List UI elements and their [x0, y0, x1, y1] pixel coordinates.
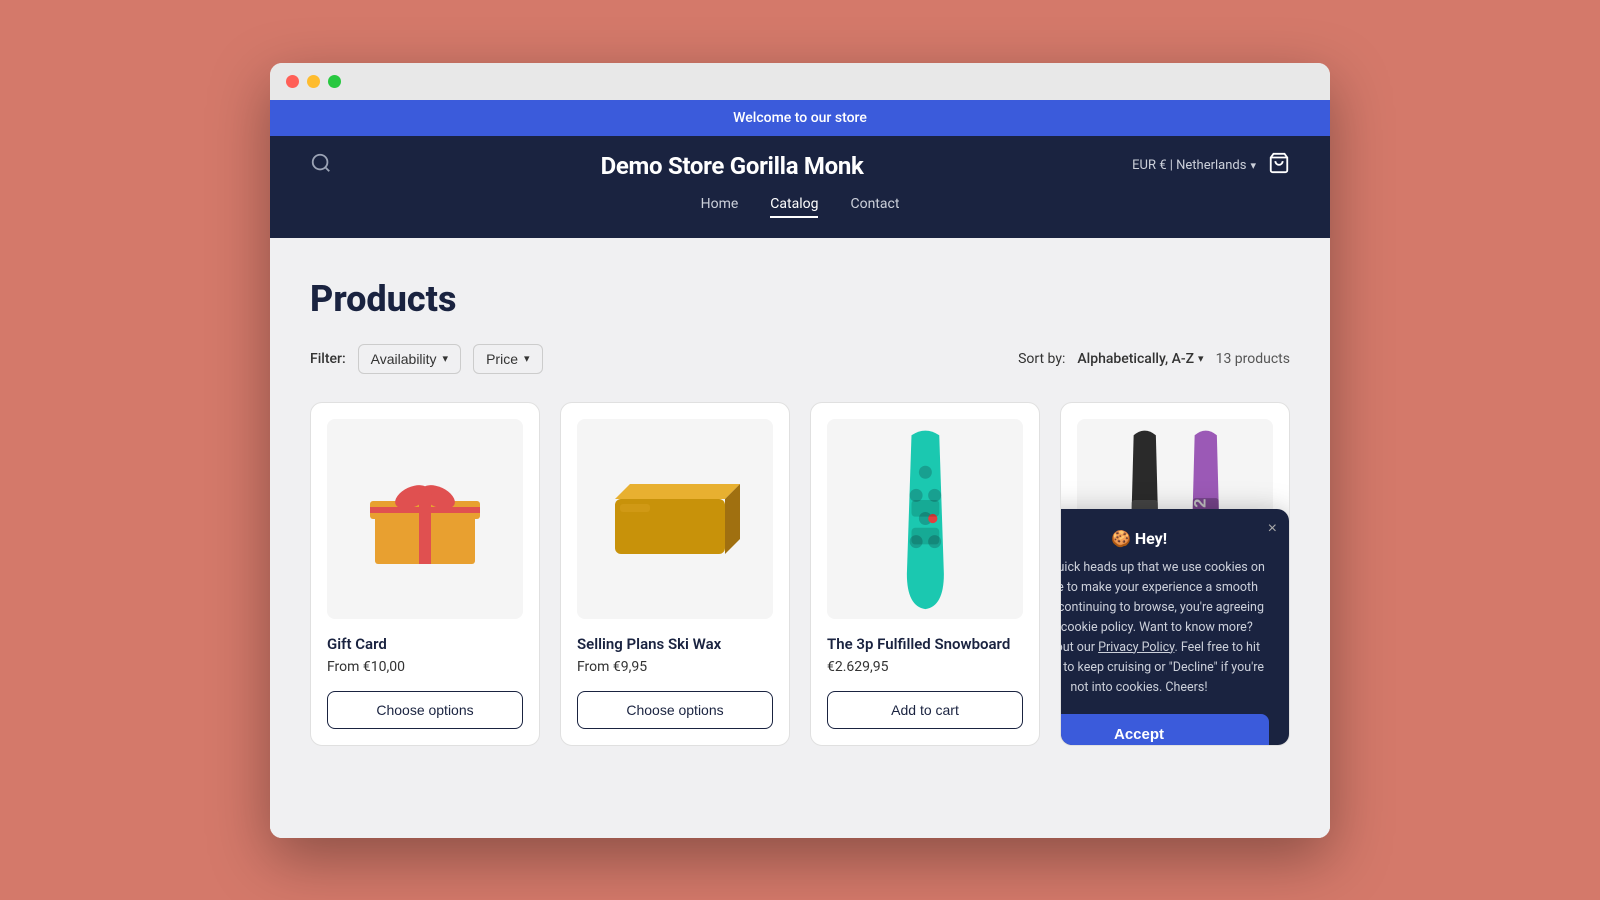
product-image-snowboard-3p	[827, 419, 1023, 619]
choose-options-ski-wax[interactable]: Choose options	[577, 691, 773, 729]
price-filter[interactable]: Price ▾	[473, 344, 542, 374]
cookie-close-button[interactable]: ×	[1268, 521, 1277, 537]
product-grid: Gift Card From €10,00 Choose options	[310, 402, 1290, 746]
store-wrapper: Welcome to our store Demo Store Gorilla …	[270, 100, 1330, 838]
product-name-gift-card: Gift Card	[327, 635, 523, 653]
nav-home[interactable]: Home	[701, 196, 739, 218]
filter-bar: Filter: Availability ▾ Price ▾ Sort by: …	[310, 344, 1290, 374]
filter-right: Sort by: Alphabetically, A-Z ▾ 13 produc…	[1018, 351, 1290, 367]
product-price-gift-card: From €10,00	[327, 659, 523, 675]
product-image-ski-wax	[577, 419, 773, 619]
sort-label: Sort by:	[1018, 351, 1065, 367]
sort-value: Alphabetically, A-Z	[1077, 351, 1194, 367]
cookie-popup: × 🍪 Hey! Just a quick heads up that we u…	[1060, 509, 1289, 746]
chevron-down-icon: ▾	[1198, 352, 1204, 365]
header-right: EUR € | Netherlands ▾	[1132, 152, 1290, 179]
add-to-cart-snowboard-3p[interactable]: Add to cart	[827, 691, 1023, 729]
announcement-text: Welcome to our store	[733, 110, 867, 126]
chevron-icon: ▾	[524, 352, 530, 365]
chevron-icon: ▾	[443, 352, 449, 365]
cookie-text: Just a quick heads up that we use cookie…	[1060, 558, 1269, 698]
sort-selector[interactable]: Alphabetically, A-Z ▾	[1077, 351, 1203, 367]
privacy-policy-link[interactable]: Privacy Policy	[1098, 640, 1174, 655]
store-nav: Home Catalog Contact	[310, 196, 1290, 222]
traffic-light-yellow[interactable]	[307, 75, 320, 88]
chevron-down-icon: ▾	[1250, 159, 1256, 172]
filter-left: Filter: Availability ▾ Price ▾	[310, 344, 543, 374]
cookie-emoji: 🍪	[1111, 529, 1131, 548]
product-card-ski-wax: Selling Plans Ski Wax From €9,95 Choose …	[560, 402, 790, 746]
browser-chrome	[270, 63, 1330, 100]
page-title: Products	[310, 278, 1290, 320]
nav-contact[interactable]: Contact	[850, 196, 899, 218]
currency-selector[interactable]: EUR € | Netherlands ▾	[1132, 158, 1256, 173]
product-image-gift-card	[327, 419, 523, 619]
product-name-ski-wax: Selling Plans Ski Wax	[577, 635, 773, 653]
announcement-bar: Welcome to our store	[270, 100, 1330, 136]
product-name-snowboard-3p: The 3p Fulfilled Snowboard	[827, 635, 1023, 653]
availability-filter[interactable]: Availability ▾	[358, 344, 461, 374]
currency-label: EUR € | Netherlands	[1132, 158, 1246, 173]
products-count: 13 products	[1216, 351, 1290, 367]
product-price-snowboard-3p: €2.629,95	[827, 659, 1023, 675]
product-card-gift-card: Gift Card From €10,00 Choose options	[310, 402, 540, 746]
choose-options-gift-card[interactable]: Choose options	[327, 691, 523, 729]
store-title: Demo Store Gorilla Monk	[601, 152, 864, 180]
search-icon[interactable]	[310, 152, 332, 179]
snowboard-image-3p	[893, 424, 958, 614]
store-header: Demo Store Gorilla Monk EUR € | Netherla…	[270, 136, 1330, 238]
browser-window: Welcome to our store Demo Store Gorilla …	[270, 63, 1330, 838]
nav-catalog[interactable]: Catalog	[770, 196, 818, 218]
traffic-light-red[interactable]	[286, 75, 299, 88]
cookie-hey-label: 🍪 Hey!	[1060, 529, 1269, 548]
traffic-light-green[interactable]	[328, 75, 341, 88]
product-price-ski-wax: From €9,95	[577, 659, 773, 675]
cart-icon[interactable]	[1268, 152, 1290, 179]
filter-label: Filter:	[310, 351, 346, 367]
product-card-snowboard-3p: The 3p Fulfilled Snowboard €2.629,95 Add…	[810, 402, 1040, 746]
main-content: Products Filter: Availability ▾ Price ▾ …	[270, 238, 1330, 838]
product-card-snowboard-4: H2 × 🍪	[1060, 402, 1290, 746]
cookie-accept-button[interactable]: Accept	[1060, 714, 1269, 746]
header-top: Demo Store Gorilla Monk EUR € | Netherla…	[310, 152, 1290, 180]
